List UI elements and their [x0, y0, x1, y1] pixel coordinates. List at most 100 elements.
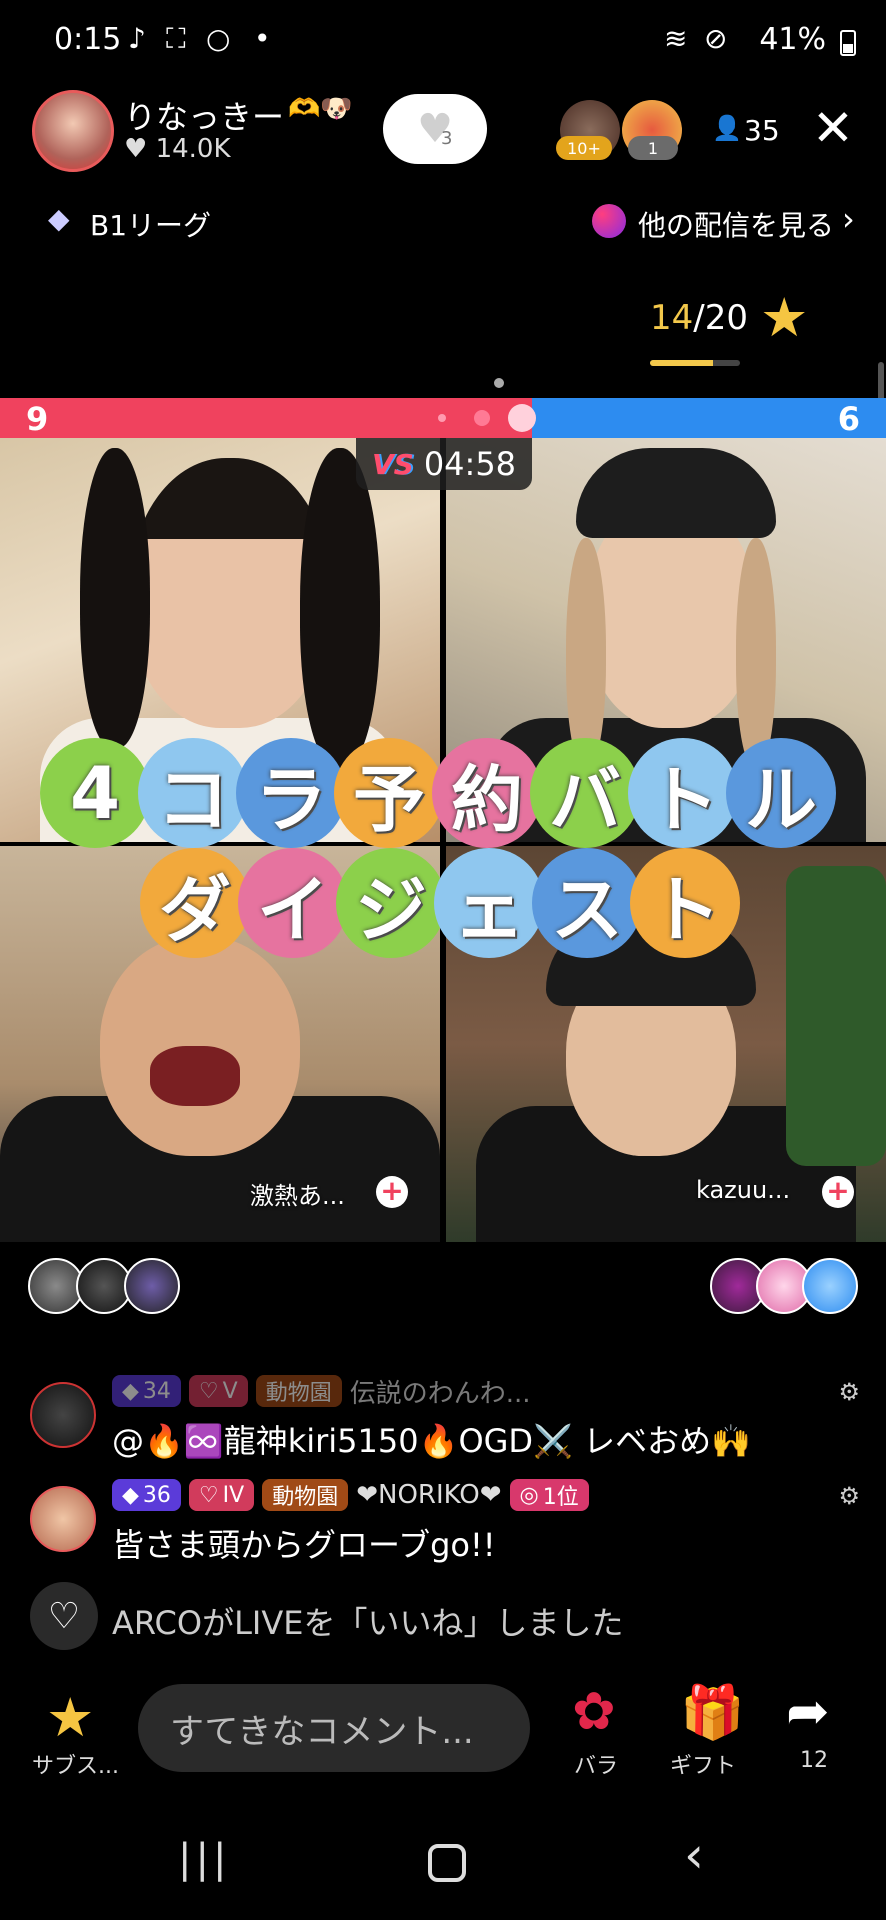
fan-badge: ♡ IV [188, 1479, 255, 1511]
heart-icon: ♡ [30, 1582, 98, 1650]
search-icon: ○ [206, 22, 231, 55]
hair [736, 538, 776, 768]
heart-icon: ♡ [198, 1378, 219, 1404]
comment-input[interactable]: すてきなコメント... [138, 1684, 530, 1772]
screenshot-icon: ⛶ [166, 22, 186, 55]
gem-icon: ◆ [122, 1378, 139, 1404]
host-avatar[interactable] [32, 90, 114, 172]
person-body [486, 718, 866, 842]
battery-percent: 41% [759, 22, 826, 57]
supporter-avatar[interactable] [124, 1258, 180, 1314]
back-button[interactable]: ‹ [684, 1826, 704, 1884]
home-button[interactable] [428, 1844, 466, 1882]
follow-button[interactable]: ♥ 3 [383, 94, 487, 164]
follow-plus-button[interactable]: + [822, 1176, 854, 1208]
supporter-avatar[interactable] [802, 1258, 858, 1314]
diamond-icon: ◆ [48, 202, 70, 235]
clock: 0:15 [54, 22, 122, 57]
subscribe-label[interactable]: サブス... [32, 1748, 119, 1780]
scrollbar[interactable] [878, 362, 884, 402]
viewer-rank-badge: 10+ [556, 136, 612, 160]
tiktok-icon: ♪ [128, 22, 146, 55]
fan-badge: ♡ V [188, 1375, 248, 1407]
user-settings-icon[interactable]: ⚙ [838, 1482, 860, 1510]
user-settings-icon[interactable]: ⚙ [838, 1378, 860, 1406]
battle-score-bar: 9 6 [0, 398, 886, 438]
score-bar-left [0, 398, 532, 438]
team-badge: 動物園 [262, 1479, 349, 1511]
goal-current: 14 [650, 298, 694, 338]
heart-icon: ♥ [124, 134, 148, 164]
goal-progress-bar [650, 360, 740, 366]
viewer-rank-badge: 1 [628, 136, 678, 160]
chevron-right-icon[interactable]: › [842, 200, 855, 238]
close-button[interactable]: ✕ [812, 98, 854, 158]
viewer-count[interactable]: 35 [744, 114, 780, 147]
commenter-avatar[interactable] [30, 1486, 96, 1552]
mouth [150, 1046, 240, 1106]
hair [566, 538, 606, 768]
team-badge: 動物園 [255, 1375, 342, 1407]
level-badge: ◆ 36 [112, 1479, 181, 1511]
notification-dot-icon: • [254, 22, 271, 55]
star-icon[interactable]: ★ [760, 286, 808, 349]
do-not-disturb-icon: ⊘ [704, 22, 728, 55]
other-streams-link[interactable]: 他の配信を見る [638, 204, 834, 244]
vs-icon: VS [371, 447, 414, 481]
commenter-avatar[interactable] [30, 1382, 96, 1448]
gift-label[interactable]: ギフト [670, 1748, 736, 1780]
plant [786, 866, 886, 1166]
battle-timer-value: 04:58 [423, 445, 517, 483]
page-indicator [494, 378, 504, 388]
subscribe-star-icon[interactable]: ★ [46, 1686, 94, 1749]
battle-timer: VS 04:58 [356, 438, 532, 490]
hair [300, 448, 380, 768]
rank-badge: ◎ 1位 [509, 1479, 589, 1511]
score-flare-icon [507, 404, 536, 432]
chat-comment[interactable]: ◆ 34 ♡ V 動物園 伝説のわんわ... ⚙ @🔥♾️龍神kiri5150🔥OG… [30, 1372, 860, 1472]
league-label[interactable]: B1リーグ [90, 204, 211, 244]
rose-label[interactable]: バラ [574, 1748, 618, 1780]
goal-total: /20 [693, 298, 748, 338]
status-bar: 0:15 ♪ ⛶ ○ • ≋ ⊘ 41% [0, 0, 886, 80]
cap [576, 448, 776, 538]
score-left: 9 [26, 400, 49, 438]
follow-plus-button[interactable]: + [376, 1176, 408, 1208]
person-icon: 👤 [712, 114, 742, 142]
video-tile-bottom-left[interactable]: 激熱あ... + [0, 846, 440, 1242]
like-notification: ARCOがLIVEを「いいね」しました [112, 1604, 624, 1642]
hair [80, 448, 150, 748]
commenter-name[interactable]: 伝説のわんわ... [350, 1373, 531, 1410]
video-tile-top-left[interactable] [0, 438, 440, 842]
rose-icon[interactable]: ✿ [572, 1682, 616, 1742]
host-name[interactable]: りなっきー [124, 92, 284, 138]
heart-icon: ♡ [198, 1482, 219, 1508]
wifi-icon: ≋ [664, 22, 688, 55]
battery-icon [840, 30, 856, 56]
video-tile-top-right[interactable] [446, 438, 886, 842]
commenter-badges: ◆ 36 ♡ IV 動物園 ❤NORIKO❤ ◎ 1位 [112, 1478, 589, 1512]
share-count[interactable]: 12 [800, 1748, 828, 1773]
video-tile-bottom-right[interactable]: kazuu... + [446, 846, 886, 1242]
score-right: 6 [837, 400, 860, 438]
score-bar-right [531, 398, 886, 438]
other-streams-icon [592, 204, 626, 238]
host-likes-count: 14.0K [155, 134, 231, 164]
gift-icon[interactable]: 🎁 [680, 1682, 745, 1743]
commenter-name[interactable]: ❤NORIKO❤ [356, 1480, 501, 1510]
level-badge: ◆ 34 [112, 1375, 181, 1407]
chat-comment[interactable]: ◆ 36 ♡ IV 動物園 ❤NORIKO❤ ◎ 1位 ⚙ 皆さま頭からグローブgo!… [30, 1476, 860, 1576]
goal-progress-fill [650, 360, 713, 366]
gem-icon: ◆ [122, 1482, 139, 1508]
host-likes: ♥ 14.0K [124, 134, 231, 164]
tile-username[interactable]: 激熱あ... [250, 1176, 345, 1211]
tile-username[interactable]: kazuu... [696, 1176, 790, 1204]
host-name-emoji: 🫶🐶 [288, 94, 353, 124]
recents-button[interactable]: ||| [178, 1836, 230, 1882]
goal-progress[interactable]: 14/20 [650, 298, 748, 338]
cap [546, 916, 756, 1006]
share-icon[interactable]: ➦ [786, 1682, 830, 1742]
medal-icon: ◎ [519, 1482, 539, 1508]
commenter-badges: ◆ 34 ♡ V 動物園 伝説のわんわ... [112, 1373, 531, 1410]
comment-text: 皆さま頭からグローブgo!! [112, 1526, 496, 1564]
